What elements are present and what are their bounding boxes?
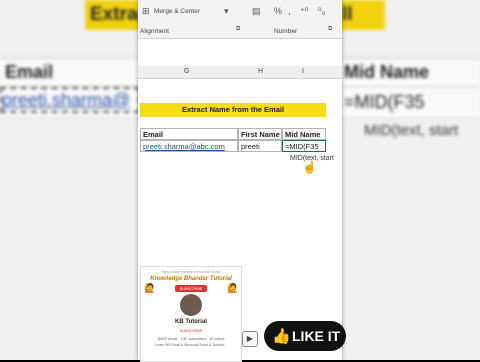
channel-url[interactable]: https://www.youtube.com/c/KBTutorial [143,270,239,274]
increase-decimal-icon[interactable]: ⁺⁰ [300,6,308,17]
background-formula-hint: MID(text, start [364,122,459,139]
column-header-h[interactable]: H [258,68,263,75]
alignment-group-label: Alignment [140,28,169,35]
merge-center-button[interactable]: Merge & Center [154,8,200,15]
column-header-g[interactable]: G [184,68,189,75]
chevron-down-icon[interactable]: ▾ [224,6,229,17]
background-email-header: Email [5,62,54,82]
sheet-banner[interactable]: Extract Name from the Email [140,103,326,117]
like-label: LIKE IT [292,328,341,344]
column-headers: G H I [138,66,342,79]
figure-left-icon: 🙋 [144,283,156,293]
header-email[interactable]: Email [140,128,238,140]
figure-right-icon: 🙋 [227,283,239,293]
background-midname-header: Mid Name [344,62,430,82]
subscribe-badge[interactable]: SUBSCRIBE [175,285,207,292]
cell-email[interactable]: preeti.sharma@abc.com [140,140,238,152]
number-format-icon[interactable]: ▤ [252,6,261,17]
subscribe-link[interactable]: SUBSCRIBE [143,328,239,333]
dialog-launcher-icon[interactable]: ⧉ [328,26,332,33]
dialog-launcher-icon[interactable]: ⧉ [236,26,240,33]
channel-name: KB Tutorial [175,319,207,325]
channel-description: Learn MS Excel & Microsoft Excel & Tutor… [155,343,227,347]
hand-cursor-icon: ☝ [302,160,317,174]
background-title-right: ll [342,4,353,25]
percent-icon[interactable]: % [274,6,282,16]
background-email-value: preeti.sharma@ [2,90,131,110]
background-mid-formula: =MID(F35 [344,92,425,112]
comma-icon[interactable]: , [288,6,291,16]
cell-mid-name-formula[interactable]: =MID(F35 [282,140,326,152]
like-button[interactable]: 👍 LIKE IT [264,321,346,351]
play-icon[interactable]: ▶ [242,331,258,347]
header-mid-name[interactable]: Mid Name [282,128,326,140]
merge-icon[interactable]: ⊞ [142,6,150,17]
ribbon: ⊞ Merge & Center ▾ ▤ % , ⁺⁰ ⁰₀ Alignment… [138,0,342,39]
header-first-name[interactable]: First Name [238,128,282,140]
thumbs-up-icon: 👍 [272,328,291,345]
cell-first-name[interactable]: preeti [238,140,282,152]
avatar [180,294,202,316]
channel-stats: @KBTutorial · 1.5K subscribers · 90 vide… [157,337,225,341]
decrease-decimal-icon[interactable]: ⁰₀ [318,6,325,17]
column-header-i[interactable]: I [302,68,304,75]
channel-title: Knowledge Bhandar Tutorial [150,276,232,282]
number-group-label: Number [274,28,298,35]
channel-card[interactable]: https://www.youtube.com/c/KBTutorial Kno… [140,266,242,362]
